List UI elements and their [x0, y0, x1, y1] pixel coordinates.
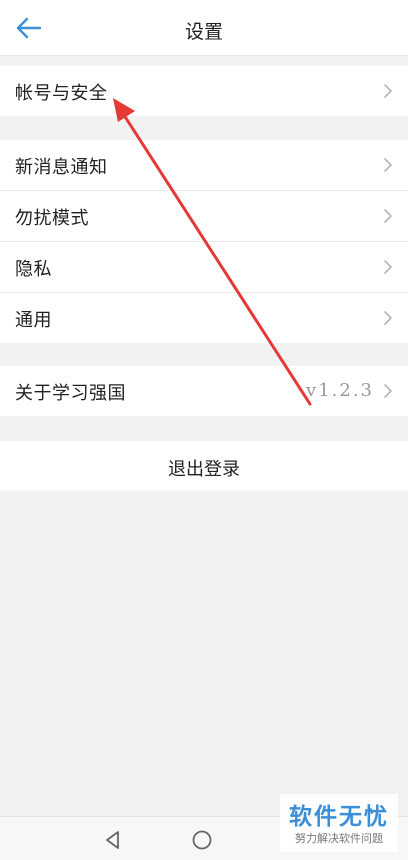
- circle-home-icon[interactable]: [191, 829, 213, 851]
- settings-item-label: 通用: [15, 310, 52, 331]
- chevron-right-icon: [384, 260, 392, 274]
- settings-item-privacy[interactable]: 隐私: [0, 242, 408, 292]
- settings-item-account-security[interactable]: 帐号与安全: [0, 66, 408, 116]
- settings-item-label: 隐私: [15, 259, 52, 280]
- chevron-right-icon: [384, 209, 392, 223]
- settings-item-general[interactable]: 通用: [0, 293, 408, 343]
- watermark-title: 软件无忧: [289, 804, 389, 830]
- settings-screen: 设置 帐号与安全 新消息通知 勿扰模式 隐私 通用 关于学习强国 v1.2.3 …: [0, 0, 408, 860]
- settings-item-label: 关于学习强国: [15, 383, 126, 404]
- watermark-logo: 软件无忧 努力解决软件问题: [280, 794, 398, 852]
- settings-item-label: 新消息通知: [15, 157, 108, 178]
- chevron-right-icon: [384, 84, 392, 98]
- watermark-subtitle: 努力解决软件问题: [295, 832, 383, 845]
- chevron-right-icon: [384, 311, 392, 325]
- page-title: 设置: [184, 21, 223, 43]
- logout-label: 退出登录: [168, 459, 240, 480]
- settings-item-do-not-disturb[interactable]: 勿扰模式: [0, 191, 408, 241]
- red-arrow-annotation: [113, 98, 312, 406]
- version-text: v1.2.3: [306, 380, 374, 401]
- settings-item-new-message-notify[interactable]: 新消息通知: [0, 140, 408, 190]
- settings-item-label: 帐号与安全: [15, 83, 108, 104]
- chevron-right-icon: [384, 158, 392, 172]
- header-bar: 设置: [0, 0, 408, 56]
- triangle-back-icon[interactable]: [102, 829, 124, 851]
- settings-item-label: 勿扰模式: [15, 208, 89, 229]
- settings-item-about[interactable]: 关于学习强国 v1.2.3: [0, 366, 408, 416]
- logout-button[interactable]: 退出登录: [0, 441, 408, 491]
- chevron-right-icon: [384, 384, 392, 398]
